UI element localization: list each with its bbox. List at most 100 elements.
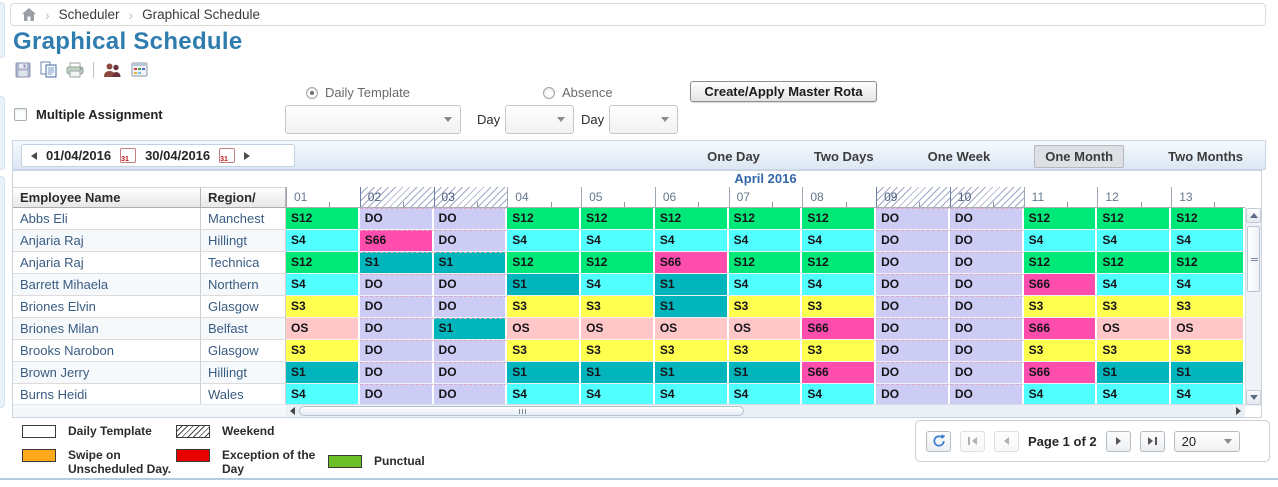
shift-cell-03[interactable]: DO [434,384,508,406]
shift-cell-10[interactable]: DO [950,252,1024,274]
shift-cell-09[interactable]: DO [876,230,950,252]
shift-cell-13[interactable]: S4 [1171,384,1245,406]
shift-cell-09[interactable]: DO [876,340,950,362]
shift-cell-04[interactable]: OS [507,318,581,340]
shift-cell-11[interactable]: S4 [1024,384,1098,406]
shift-cell-12[interactable]: S4 [1097,274,1171,296]
shift-cell-11[interactable]: S4 [1024,230,1098,252]
shift-cell-04[interactable]: S3 [507,296,581,318]
shift-cell-02[interactable]: DO [360,384,434,406]
shift-cell-03[interactable]: DO [434,208,508,230]
view-two-months[interactable]: Two Months [1158,146,1253,167]
shift-cell-10[interactable]: DO [950,318,1024,340]
shift-cell-09[interactable]: DO [876,208,950,230]
shift-cell-01[interactable]: S3 [286,340,360,362]
next-period-arrow[interactable] [244,152,250,160]
shift-cell-02[interactable]: DO [360,296,434,318]
shift-cell-05[interactable]: S4 [581,384,655,406]
shift-cell-11[interactable]: S12 [1024,252,1098,274]
shift-cell-11[interactable]: S3 [1024,296,1098,318]
shift-cell-06[interactable]: S1 [655,362,729,384]
shift-cell-09[interactable]: DO [876,362,950,384]
shift-cell-05[interactable]: S3 [581,340,655,362]
shift-cell-13[interactable]: OS [1171,318,1245,340]
day-select-2[interactable] [609,105,678,134]
shift-cell-13[interactable]: S3 [1171,340,1245,362]
shift-cell-02[interactable]: S66 [360,230,434,252]
scroll-left-button[interactable] [286,405,299,417]
create-apply-master-rota-button[interactable]: Create/Apply Master Rota [690,81,877,102]
shift-cell-01[interactable]: S4 [286,230,360,252]
shift-cell-04[interactable]: S4 [507,230,581,252]
shift-cell-01[interactable]: S12 [286,252,360,274]
shift-cell-13[interactable]: S1 [1171,362,1245,384]
shift-cell-08[interactable]: S3 [802,296,876,318]
multiple-assignment-checkbox[interactable] [14,108,27,121]
shift-cell-12[interactable]: S12 [1097,208,1171,230]
shift-cell-03[interactable]: DO [434,274,508,296]
day-select-1[interactable] [505,105,574,134]
scroll-right-button[interactable] [1232,405,1245,417]
shift-cell-05[interactable]: S1 [581,362,655,384]
shift-cell-12[interactable]: OS [1097,318,1171,340]
shift-cell-09[interactable]: DO [876,296,950,318]
shift-cell-13[interactable]: S4 [1171,230,1245,252]
shift-cell-12[interactable]: S1 [1097,362,1171,384]
collapsed-panel-tab[interactable] [0,96,5,170]
shift-cell-10[interactable]: DO [950,274,1024,296]
absence-radio[interactable] [543,87,555,99]
shift-cell-03[interactable]: S1 [434,318,508,340]
shift-cell-09[interactable]: DO [876,318,950,340]
shift-cell-05[interactable]: S12 [581,208,655,230]
shift-cell-09[interactable]: DO [876,252,950,274]
shift-cell-11[interactable]: S66 [1024,362,1098,384]
shift-cell-03[interactable]: DO [434,362,508,384]
view-one-week[interactable]: One Week [918,146,1001,167]
shift-cell-02[interactable]: DO [360,340,434,362]
end-date-calendar-icon[interactable]: 31 [219,148,235,163]
shift-cell-11[interactable]: S66 [1024,274,1098,296]
breadcrumb-scheduler[interactable]: Scheduler [59,7,120,22]
shift-cell-09[interactable]: DO [876,274,950,296]
save-icon[interactable] [15,62,31,78]
shift-cell-01[interactable]: S3 [286,296,360,318]
collapsed-panel-tab[interactable] [0,176,5,408]
shift-cell-10[interactable]: DO [950,362,1024,384]
shift-cell-04[interactable]: S12 [507,208,581,230]
shift-cell-03[interactable]: DO [434,340,508,362]
shift-cell-08[interactable]: S66 [802,318,876,340]
print-icon[interactable] [66,62,84,78]
shift-cell-07[interactable]: S4 [729,230,803,252]
view-one-month[interactable]: One Month [1034,145,1124,168]
start-date-calendar-icon[interactable]: 31 [120,148,136,163]
shift-cell-13[interactable]: S12 [1171,252,1245,274]
shift-cell-10[interactable]: DO [950,384,1024,406]
scroll-up-button[interactable] [1246,208,1261,223]
shift-cell-08[interactable]: S4 [802,384,876,406]
shift-cell-10[interactable]: DO [950,208,1024,230]
first-page-button[interactable] [960,431,985,452]
shift-cell-07[interactable]: S4 [729,274,803,296]
shift-cell-13[interactable]: S4 [1171,274,1245,296]
shift-cell-01[interactable]: S1 [286,362,360,384]
shift-cell-13[interactable]: S12 [1171,208,1245,230]
schedule-report-icon[interactable] [131,62,148,77]
shift-cell-04[interactable]: S4 [507,384,581,406]
shift-cell-05[interactable]: OS [581,318,655,340]
shift-cell-06[interactable]: S4 [655,230,729,252]
shift-cell-02[interactable]: DO [360,318,434,340]
shift-cell-01[interactable]: OS [286,318,360,340]
shift-cell-11[interactable]: S3 [1024,340,1098,362]
shift-cell-06[interactable]: S1 [655,296,729,318]
shift-cell-02[interactable]: S1 [360,252,434,274]
shift-cell-01[interactable]: S4 [286,274,360,296]
scroll-down-button[interactable] [1246,390,1261,405]
previous-page-button[interactable] [994,431,1019,452]
horizontal-scrollbar[interactable] [286,404,1245,417]
shift-cell-03[interactable]: S1 [434,252,508,274]
shift-cell-12[interactable]: S3 [1097,340,1171,362]
shift-cell-05[interactable]: S4 [581,274,655,296]
shift-cell-07[interactable]: OS [729,318,803,340]
shift-cell-04[interactable]: S12 [507,252,581,274]
shift-cell-09[interactable]: DO [876,384,950,406]
